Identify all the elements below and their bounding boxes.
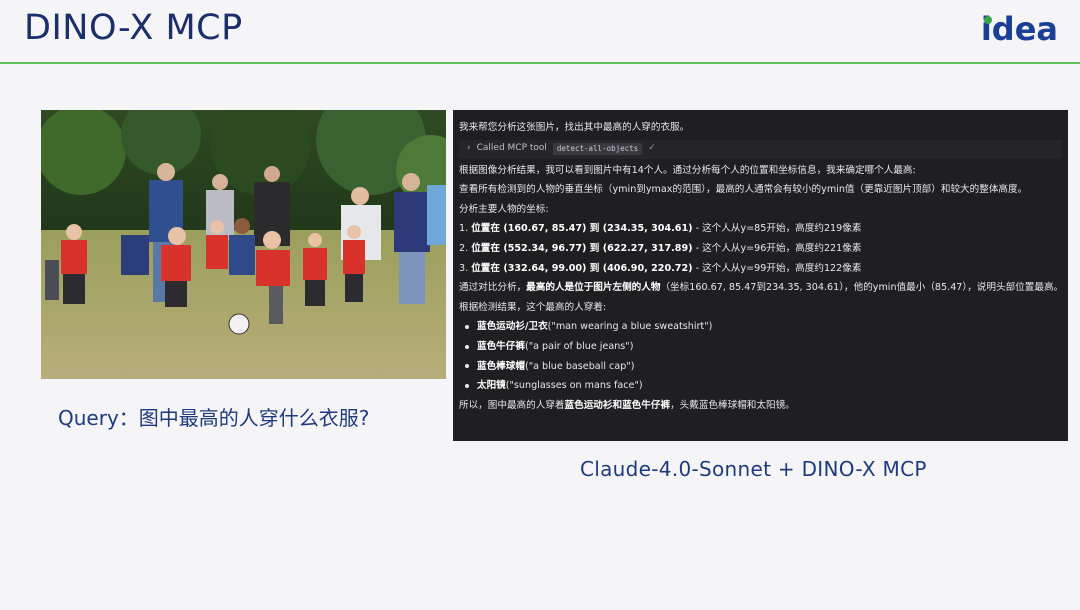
chat-line: 分析主要人物的坐标: — [459, 203, 549, 215]
clothing-name: 太阳镜 — [477, 380, 506, 392]
clothing-name: 蓝色牛仔裤 — [477, 340, 525, 352]
clothing-item: 蓝色运动衫/卫衣 ("man wearing a blue sweatshirt… — [459, 317, 1068, 337]
logo-text: idea — [980, 10, 1058, 48]
kids-soccer-photo — [41, 110, 446, 379]
coord-item: 3. 位置在 (332.64, 99.00) 到 (406.90, 220.72… — [459, 259, 1068, 279]
idea-logo: idea — [981, 10, 1058, 48]
bullet-icon — [465, 364, 469, 369]
coord-rest: - 这个人从y=85开始，高度约219像素 — [692, 223, 862, 235]
model-caption: Claude-4.0-Sonnet + DINO-X MCP — [580, 457, 927, 481]
mcp-tool-call-row[interactable]: › Called MCP tool detect-all-objects ✓ — [459, 139, 1062, 159]
bullet-icon — [465, 383, 469, 388]
chat-transcript-panel: 我来帮您分析这张图片，找出其中最高的人穿的衣服。 › Called MCP to… — [453, 110, 1068, 441]
bullet-icon — [465, 325, 469, 330]
chat-line: 根据图像分析结果，我可以看到图片中有14个人。通过分析每个人的位置和坐标信息，我… — [459, 164, 916, 176]
clothing-item: 太阳镜 ("sunglasses on mans face") — [459, 376, 1068, 396]
clothing-desc: ("a pair of blue jeans") — [524, 340, 634, 352]
clothing-name: 蓝色棒球帽 — [477, 360, 525, 372]
clothing-name: 蓝色运动衫/卫衣 — [477, 321, 548, 333]
coord-number: 3. — [459, 262, 472, 274]
title-divider — [0, 62, 1080, 64]
check-icon: ✓ — [648, 143, 656, 154]
conclusion-post: ，头戴蓝色棒球帽和太阳镜。 — [670, 399, 795, 411]
tool-call-label: Called MCP tool — [476, 143, 547, 154]
bullet-icon — [465, 344, 469, 349]
clothing-item: 蓝色棒球帽 ("a blue baseball cap") — [459, 357, 1068, 377]
coord-bold: 位置在 (332.64, 99.00) 到 (406.90, 220.72) — [471, 262, 693, 274]
chat-line: 查看所有检测到的人物的垂直坐标（ymin到ymax的范围），最高的人通常会有较小… — [459, 184, 1028, 196]
coord-item: 2. 位置在 (552.34, 96.77) 到 (622.27, 317.89… — [459, 239, 1068, 259]
tool-name-chip: detect-all-objects — [552, 143, 643, 156]
coord-number: 1. — [459, 223, 472, 235]
coord-item: 1. 位置在 (160.67, 85.47) 到 (234.35, 304.61… — [459, 219, 1068, 239]
comparison-bold: 最高的人是位于图片左侧的人物 — [526, 282, 661, 294]
clothing-desc: ("sunglasses on mans face") — [505, 380, 643, 392]
conclusion-line: 所以，图中最高的人穿着蓝色运动衫和蓝色牛仔裤，头戴蓝色棒球帽和太阳镜。 — [459, 396, 1068, 416]
chevron-right-icon: › — [467, 143, 471, 154]
conclusion-bold: 蓝色运动衫和蓝色牛仔裤 — [564, 399, 671, 411]
slide-title: DINO-X MCP — [24, 8, 243, 48]
chat-intro: 我来帮您分析这张图片，找出其中最高的人穿的衣服。 — [459, 122, 690, 133]
comparison-post: （坐标160.67, 85.47到234.35, 304.61），他的ymin值… — [660, 282, 1064, 294]
comparison-pre: 通过对比分析， — [459, 282, 527, 294]
query-text: Query：图中最高的人穿什么衣服? — [58, 406, 370, 430]
clothing-desc: ("man wearing a blue sweatshirt") — [547, 321, 713, 333]
clothing-desc: ("a blue baseball cap") — [524, 360, 635, 372]
coord-rest: - 这个人从y=96开始，高度约221像素 — [692, 242, 862, 254]
coord-bold: 位置在 (160.67, 85.47) 到 (234.35, 304.61) — [471, 223, 693, 235]
comparison-line: 通过对比分析，最高的人是位于图片左侧的人物（坐标160.67, 85.47到23… — [459, 278, 1068, 298]
conclusion-pre: 所以，图中最高的人穿着 — [459, 399, 565, 411]
clothing-item: 蓝色牛仔裤 ("a pair of blue jeans") — [459, 337, 1068, 357]
logo-dot-icon — [983, 16, 992, 24]
result-intro: 根据检测结果，这个最高的人穿着: — [459, 301, 607, 313]
coord-bold: 位置在 (552.34, 96.77) 到 (622.27, 317.89) — [471, 242, 693, 254]
coord-number: 2. — [459, 242, 472, 254]
coord-rest: - 这个人从y=99开始，高度约122像素 — [692, 262, 862, 274]
